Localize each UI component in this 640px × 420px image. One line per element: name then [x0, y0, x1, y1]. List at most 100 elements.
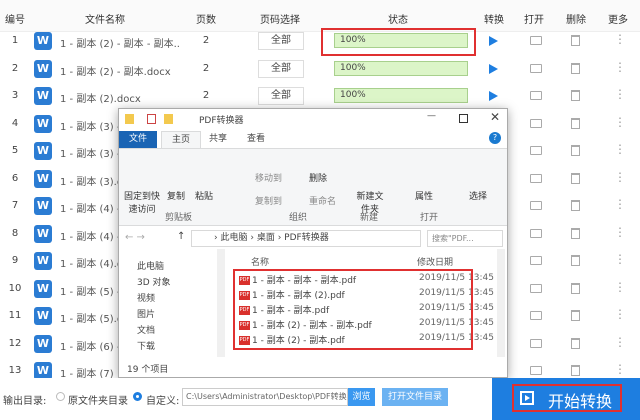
nav-3d[interactable]: 3D 对象 [137, 275, 171, 288]
move-to-button[interactable]: 移动到 [255, 171, 282, 184]
address-bar[interactable]: › 此电脑 › 桌面 › PDF转换器 [191, 230, 421, 247]
browse-button[interactable]: 浏览 [348, 388, 375, 406]
open-folder-icon[interactable] [530, 201, 542, 210]
open-folder-icon[interactable] [530, 146, 542, 155]
more-icon[interactable]: ⋮ [614, 87, 626, 101]
up-button[interactable]: ↑ [177, 231, 185, 242]
col-convert: 转换 [484, 15, 504, 26]
row-number: 11 [8, 310, 22, 321]
delete-trash-icon[interactable] [571, 172, 580, 184]
open-dir-button[interactable]: 打开文件目录 [382, 388, 448, 406]
col-pages: 页数 [196, 15, 216, 26]
nav-downloads[interactable]: 下载 [137, 339, 155, 352]
delete-trash-icon[interactable] [571, 365, 580, 376]
open-folder-icon[interactable] [530, 173, 542, 183]
tab-home[interactable]: 主页 [161, 131, 202, 148]
more-icon[interactable]: ⋮ [614, 335, 626, 349]
word-icon: W [34, 224, 52, 243]
output-path-input[interactable]: C:\Users\Administrator\Desktop\PDF转换 [182, 388, 348, 406]
word-icon: W [34, 87, 52, 105]
copy-button[interactable]: 复制 [167, 189, 185, 202]
more-icon[interactable]: ⋮ [614, 170, 626, 184]
radio-original[interactable] [56, 392, 65, 401]
page-range-button[interactable]: 全部 [258, 59, 304, 78]
open-folder-icon[interactable] [530, 91, 542, 100]
back-button[interactable]: ← → [125, 232, 145, 243]
delete-trash-icon[interactable] [571, 117, 580, 129]
nav-this-pc[interactable]: 此电脑 [137, 259, 164, 272]
open-folder-icon[interactable] [530, 338, 542, 348]
more-icon[interactable]: ⋮ [614, 142, 626, 156]
delete-trash-icon[interactable] [571, 282, 580, 294]
more-icon[interactable]: ⋮ [614, 225, 626, 239]
tab-file[interactable]: 文件 [119, 131, 158, 148]
row-number: 1 [11, 35, 19, 46]
tab-view[interactable]: 查看 [237, 131, 275, 148]
more-icon[interactable]: ⋮ [614, 307, 626, 321]
rename-button[interactable]: 重命名 [309, 194, 336, 207]
delete-trash-icon[interactable] [571, 255, 580, 266]
group-open: 打开 [420, 213, 439, 223]
open-folder-icon[interactable] [530, 228, 542, 238]
radio-custom[interactable] [133, 392, 142, 401]
nav-pictures[interactable]: 图片 [137, 307, 155, 320]
select-button[interactable]: 选择 [469, 189, 487, 202]
more-icon[interactable]: ⋮ [614, 252, 626, 266]
explorer-titlebar: PDF转换器 — ✕ [119, 109, 507, 129]
more-icon[interactable]: ⋮ [614, 115, 626, 129]
delete-trash-icon[interactable] [571, 310, 580, 321]
breadcrumb-desktop[interactable]: 桌面 [257, 233, 275, 243]
start-button[interactable]: 开始转换 [492, 378, 640, 420]
more-icon[interactable]: ⋮ [614, 60, 626, 74]
close-button[interactable]: ✕ [490, 110, 500, 124]
delete-button[interactable]: 删除 [309, 171, 327, 184]
maximize-button[interactable] [459, 114, 468, 123]
open-folder-icon[interactable] [530, 311, 542, 320]
col-name-header[interactable]: 名称 [251, 255, 269, 268]
file-name: 1 - 副本 (2).docx [60, 94, 141, 105]
open-folder-icon[interactable] [530, 366, 542, 375]
file-scrollbar[interactable] [497, 249, 505, 357]
convert-play-icon[interactable] [489, 63, 498, 74]
nav-documents[interactable]: 文档 [137, 323, 155, 336]
nav-videos[interactable]: 视频 [137, 291, 155, 304]
convert-play-icon[interactable] [489, 36, 498, 46]
open-folder-icon[interactable] [530, 283, 542, 293]
delete-trash-icon[interactable] [571, 227, 580, 239]
convert-play-icon[interactable] [489, 91, 498, 101]
open-folder-icon[interactable] [530, 63, 542, 73]
tab-share[interactable]: 共享 [199, 131, 237, 148]
delete-trash-icon[interactable] [571, 337, 580, 349]
radio-custom-label[interactable]: 自定义: [146, 392, 179, 407]
row-number: 8 [11, 227, 19, 239]
breadcrumb-pc[interactable]: 此电脑 [220, 233, 247, 243]
help-icon[interactable]: ? [489, 132, 501, 144]
table-row: 3 W 1 - 副本 (2).docx 2 全部 100% ⋮ [0, 83, 640, 110]
word-icon: W [34, 114, 52, 133]
delete-trash-icon[interactable] [571, 62, 580, 74]
radio-original-label[interactable]: 原文件夹目录 [68, 392, 128, 407]
row-number: 5 [11, 145, 19, 156]
delete-trash-icon[interactable] [571, 35, 580, 46]
col-date-header[interactable]: 修改日期 [417, 255, 453, 268]
open-folder-icon[interactable] [530, 118, 542, 128]
more-icon[interactable]: ⋮ [614, 197, 626, 211]
delete-trash-icon[interactable] [571, 200, 580, 211]
copy-to-button[interactable]: 复制到 [255, 194, 282, 207]
minimize-button[interactable]: — [427, 111, 436, 121]
open-folder-icon[interactable] [530, 36, 542, 45]
properties-button[interactable]: 属性 [415, 189, 433, 202]
delete-trash-icon[interactable] [571, 145, 580, 156]
page-range-button[interactable]: 全部 [258, 87, 304, 105]
nav-scrollbar[interactable] [217, 249, 225, 357]
breadcrumb-folder[interactable]: PDF转换器 [284, 233, 329, 243]
pin-button[interactable]: 固定到快速访问 [123, 189, 161, 215]
open-folder-icon[interactable] [530, 256, 542, 265]
more-icon[interactable]: ⋮ [614, 32, 626, 46]
paste-button[interactable]: 粘贴 [195, 189, 213, 202]
page-range-button[interactable]: 全部 [258, 32, 304, 50]
more-icon[interactable]: ⋮ [614, 362, 626, 376]
search-input[interactable]: 搜索"PDF... [427, 230, 503, 247]
more-icon[interactable]: ⋮ [614, 280, 626, 294]
delete-trash-icon[interactable] [571, 90, 580, 101]
